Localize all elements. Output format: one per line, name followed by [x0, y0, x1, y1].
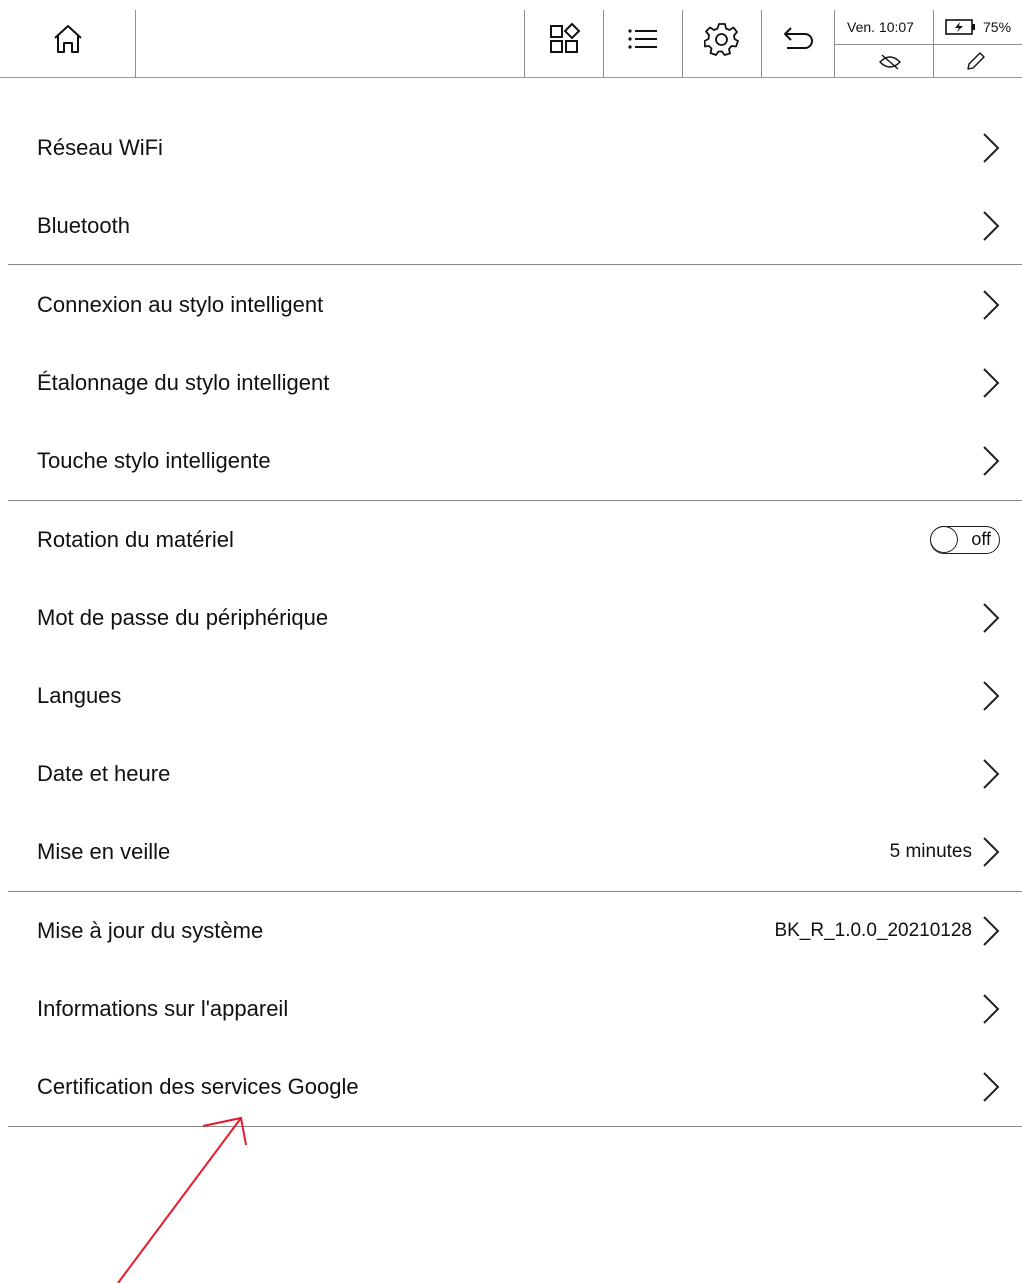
annotation-arrow — [117, 1116, 247, 1283]
